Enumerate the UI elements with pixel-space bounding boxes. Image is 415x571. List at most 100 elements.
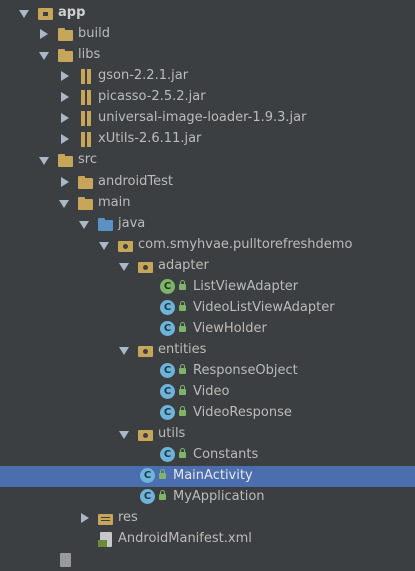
tree-node-label: picasso-2.5.2.jar [98,89,206,104]
tree-node-label: ResponseObject [193,363,298,378]
lock-icon [179,301,186,311]
tree-node-label: build [78,26,110,41]
class-icon: C [160,405,175,420]
tree-node-src[interactable]: src [0,150,415,171]
class-icon: C [160,447,175,462]
chevron-right-icon[interactable] [61,134,69,144]
package-icon [138,258,154,274]
tree-node-label: src [78,152,97,167]
chevron-right-icon[interactable] [61,71,69,81]
tree-node-label: Video [193,384,230,399]
tree-node-adapter[interactable]: adapter [0,256,415,277]
tree-node-label: res [118,510,138,525]
tree-node-label: VideoListViewAdapter [193,300,335,315]
tree-node-manifest[interactable]: AndroidManifest.xml [0,529,415,550]
chevron-down-icon[interactable] [19,10,29,18]
tree-node-main-activity[interactable]: C MainActivity [0,466,415,487]
tree-node-android-test[interactable]: androidTest [0,172,415,193]
tree-node-class[interactable]: C VideoResponse [0,403,415,424]
tree-node-label: com.smyhvae.pulltorefreshdemo [138,237,353,252]
chevron-down-icon[interactable] [79,221,89,229]
jar-icon [78,68,94,84]
class-icon: C [140,489,155,504]
chevron-right-icon[interactable] [61,113,69,123]
tree-node-jar[interactable]: xUtils-2.6.11.jar [0,129,415,150]
tree-node-label: gson-2.2.1.jar [98,68,189,83]
tree-node-label: adapter [158,258,209,273]
project-tree[interactable]: app build libs gson-2.2.1.jar picasso-2.… [0,0,415,567]
tree-node-label: libs [78,47,101,62]
jar-icon [78,110,94,126]
class-icon: C [140,468,155,483]
resources-folder-icon [98,510,114,526]
tree-node-libs[interactable]: libs [0,45,415,66]
class-icon: C [160,363,175,378]
class-icon: C [160,384,175,399]
tree-node-label: MainActivity [173,468,253,483]
chevron-down-icon[interactable] [39,52,49,60]
folder-icon [78,195,94,211]
tree-node-label: AndroidManifest.xml [118,531,252,546]
lock-icon [159,469,166,479]
source-folder-icon [98,216,114,232]
tree-node-label: ListViewAdapter [193,279,299,294]
tree-node-label: universal-image-loader-1.9.3.jar [98,110,307,125]
tree-node-label: androidTest [98,174,173,189]
package-icon [118,237,134,253]
chevron-down-icon[interactable] [119,431,129,439]
tree-node-label: xUtils-2.6.11.jar [98,131,202,146]
lock-icon [159,490,166,500]
jar-icon [78,131,94,147]
tree-node-my-application[interactable]: C MyApplication [0,487,415,508]
tree-node-java[interactable]: java [0,214,415,235]
tree-node-main[interactable]: main [0,193,415,214]
package-icon [138,342,154,358]
tree-node-build[interactable]: build [0,24,415,45]
tree-node-label: Constants [193,447,259,462]
chevron-down-icon[interactable] [59,200,69,208]
tree-node-partial[interactable] [0,550,415,571]
chevron-right-icon[interactable] [40,29,48,39]
chevron-down-icon[interactable] [39,157,49,165]
class-icon: C [160,321,175,336]
tree-node-label: main [98,195,131,210]
tree-node-jar[interactable]: picasso-2.5.2.jar [0,87,415,108]
lock-icon [179,385,186,395]
tree-node-entities[interactable]: entities [0,340,415,361]
tree-node-class[interactable]: C ListViewAdapter [0,277,415,298]
module-folder-icon [38,5,54,21]
class-icon: C [160,300,175,315]
tree-node-class[interactable]: C ViewHolder [0,319,415,340]
tree-node-jar[interactable]: gson-2.2.1.jar [0,66,415,87]
tree-node-package[interactable]: com.smyhvae.pulltorefreshdemo [0,235,415,256]
package-icon [138,426,154,442]
tree-node-res[interactable]: res [0,508,415,529]
tree-node-class[interactable]: C Constants [0,445,415,466]
tree-node-label: entities [158,342,207,357]
folder-icon [58,26,74,42]
chevron-down-icon[interactable] [119,263,129,271]
class-icon: C [160,279,175,294]
folder-icon [58,152,74,168]
chevron-down-icon[interactable] [99,242,109,250]
folder-icon [58,47,74,63]
jar-icon [78,89,94,105]
tree-node-jar[interactable]: universal-image-loader-1.9.3.jar [0,108,415,129]
chevron-right-icon[interactable] [81,513,89,523]
tree-node-class[interactable]: C VideoListViewAdapter [0,298,415,319]
lock-icon [179,448,186,458]
folder-icon [78,174,94,190]
tree-node-label: app [58,5,86,20]
lock-icon [179,406,186,416]
tree-node-label: ViewHolder [193,321,267,336]
xml-file-icon [98,531,114,547]
tree-node-utils[interactable]: utils [0,424,415,445]
lock-icon [179,322,186,332]
tree-node-class[interactable]: C ResponseObject [0,361,415,382]
chevron-right-icon[interactable] [61,177,69,187]
chevron-right-icon[interactable] [61,92,69,102]
tree-node-class[interactable]: C Video [0,382,415,403]
tree-node-label: VideoResponse [193,405,292,420]
chevron-down-icon[interactable] [119,347,129,355]
tree-node-app[interactable]: app [0,3,415,24]
